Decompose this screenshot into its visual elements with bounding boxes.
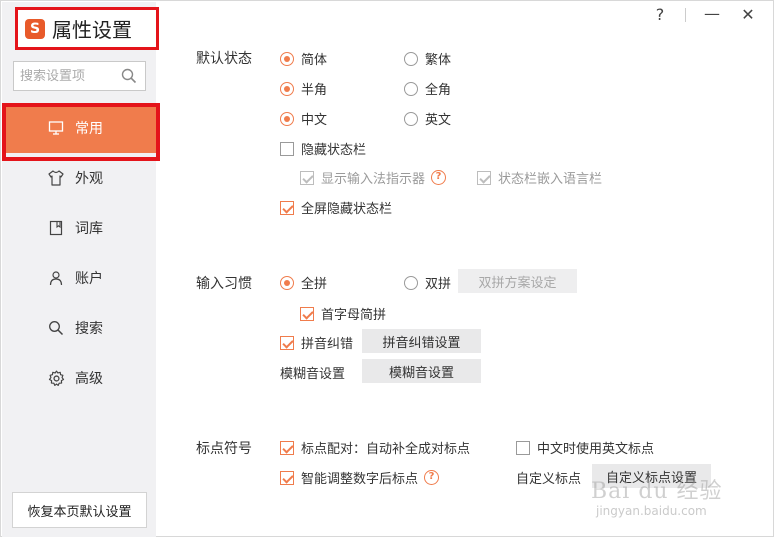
option-label: 中文 [301,113,328,128]
option-label: 简体 [301,53,328,68]
sidebar-nav: 常用 外观 词库 账户 搜索 高级 [2,103,160,403]
checkbox-auto-pair-punctuation[interactable]: 标点配对：自动补全成对标点 [280,438,470,457]
checkbox-pinyin-correction[interactable]: 拼音纠错 [280,333,353,352]
option-label: 英文 [425,113,452,128]
monitor-icon [47,119,65,137]
option-label: 智能调整数字后标点 [301,472,419,487]
punctuation-label: 标点符号 [196,441,252,457]
radio-chinese[interactable]: 中文 [280,109,327,128]
radio-checked-icon[interactable] [280,51,294,66]
sidebar: S 属性设置 常用 外观 [2,2,160,537]
close-button[interactable]: ✕ [738,5,758,24]
option-label: 首字母简拼 [321,308,387,323]
fuzzy-sound-label: 模糊音设置 [280,367,346,382]
radio-english[interactable]: 英文 [404,109,451,128]
radio-half-width[interactable]: 半角 [280,79,327,98]
checkbox-fullscreen-hide-status-bar[interactable]: 全屏隐藏状态栏 [280,198,392,217]
search-icon [47,319,65,337]
radio-full-width[interactable]: 全角 [404,79,451,98]
checkbox-initials-abbrev[interactable]: 首字母简拼 [300,304,386,323]
checkbox-english-punct-in-chinese[interactable]: 中文时使用英文标点 [516,438,654,457]
checkbox-checked-icon[interactable] [477,170,491,185]
sidebar-item-label: 常用 [75,121,103,137]
pinyin-correction-settings-button[interactable]: 拼音纠错设置 [362,329,481,353]
checkbox-show-ime-indicator[interactable]: 显示输入法指示器 ? [300,168,447,187]
reset-defaults-button[interactable]: 恢复本页默认设置 [12,492,147,528]
option-label: 中文时使用英文标点 [537,442,655,457]
fuzzy-sound-settings-button[interactable]: 模糊音设置 [362,359,481,383]
checkbox-icon[interactable] [280,141,294,156]
checkbox-checked-icon[interactable] [280,440,294,455]
option-label: 状态栏嵌入语言栏 [498,172,603,187]
sidebar-item-label: 高级 [75,371,103,387]
radio-icon[interactable] [404,81,418,96]
search-input[interactable] [20,68,120,84]
radio-simplified[interactable]: 简体 [280,49,327,68]
sogou-logo-icon: S [25,18,45,39]
window-title: 属性设置 [52,18,132,42]
checkbox-checked-icon[interactable] [300,170,314,185]
shirt-icon [47,169,65,187]
sidebar-item-dictionary[interactable]: 词库 [2,203,156,253]
option-label: 全拼 [301,277,328,292]
checkbox-checked-icon[interactable] [280,335,294,350]
option-label: 双拼 [425,277,452,292]
custom-punct-label: 自定义标点 [516,472,582,487]
checkbox-checked-icon[interactable] [300,306,314,321]
default-state-label: 默认状态 [196,51,252,67]
input-habits-label: 输入习惯 [196,276,252,292]
sidebar-item-label: 账户 [75,271,103,287]
search-icon[interactable] [121,68,137,84]
option-label: 半角 [301,83,328,98]
sidebar-item-search[interactable]: 搜索 [2,303,156,353]
settings-window: S 属性设置 常用 外观 [0,0,774,537]
checkbox-icon[interactable] [516,440,530,455]
radio-double-pinyin[interactable]: 双拼 [404,273,451,292]
option-label: 标点配对：自动补全成对标点 [301,442,471,457]
title-separator [685,8,686,22]
radio-checked-icon[interactable] [280,275,294,290]
radio-checked-icon[interactable] [280,111,294,126]
sidebar-item-common[interactable]: 常用 [2,103,160,161]
minimize-button[interactable]: — [702,4,722,23]
sidebar-item-advanced[interactable]: 高级 [2,353,156,403]
option-label: 全屏隐藏状态栏 [301,202,393,217]
option-label: 拼音纠错 [301,337,354,352]
radio-icon[interactable] [404,275,418,290]
option-label: 隐藏状态栏 [301,143,367,158]
checkbox-checked-icon[interactable] [280,470,294,485]
sidebar-item-appearance[interactable]: 外观 [2,153,156,203]
sidebar-item-label: 搜索 [75,321,103,337]
help-icon[interactable]: ? [424,470,440,485]
option-label: 显示输入法指示器 [321,172,426,187]
settings-search[interactable] [13,61,146,91]
radio-icon[interactable] [404,51,418,66]
option-label: 繁体 [425,53,452,68]
radio-full-pinyin[interactable]: 全拼 [280,273,327,292]
radio-icon[interactable] [404,111,418,126]
checkbox-status-bar-language-bar[interactable]: 状态栏嵌入语言栏 [477,168,602,187]
help-button[interactable]: ? [650,5,670,24]
double-pinyin-settings-button[interactable]: 双拼方案设定 [458,269,577,293]
gear-icon [47,369,65,387]
sidebar-item-label: 外观 [75,171,103,187]
checkbox-smart-punct-after-digits[interactable]: 智能调整数字后标点 ? [280,468,440,487]
book-icon [47,219,65,237]
checkbox-hide-status-bar[interactable]: 隐藏状态栏 [280,139,366,158]
baidu-watermark-url: jingyan.baidu.com [596,504,707,518]
window-brand: S 属性设置 [15,7,159,50]
checkbox-checked-icon[interactable] [280,200,294,215]
sidebar-item-label: 词库 [75,221,103,237]
option-label: 全角 [425,83,452,98]
baidu-watermark: Bai du 经验 [591,479,723,504]
radio-checked-icon[interactable] [280,81,294,96]
help-icon[interactable]: ? [431,170,447,185]
radio-traditional[interactable]: 繁体 [404,49,451,68]
sidebar-item-account[interactable]: 账户 [2,253,156,303]
user-icon [47,269,65,287]
